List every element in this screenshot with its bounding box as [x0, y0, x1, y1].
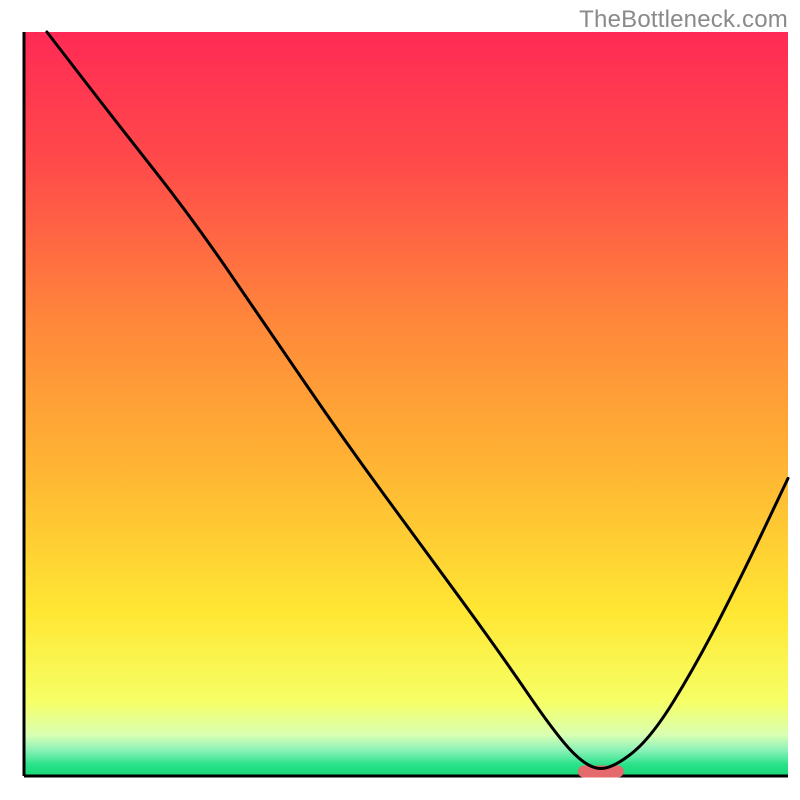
- attribution-label: TheBottleneck.com: [579, 6, 788, 34]
- plot-background: [24, 32, 788, 776]
- chart-svg: [0, 0, 800, 800]
- bottleneck-chart: TheBottleneck.com: [0, 0, 800, 800]
